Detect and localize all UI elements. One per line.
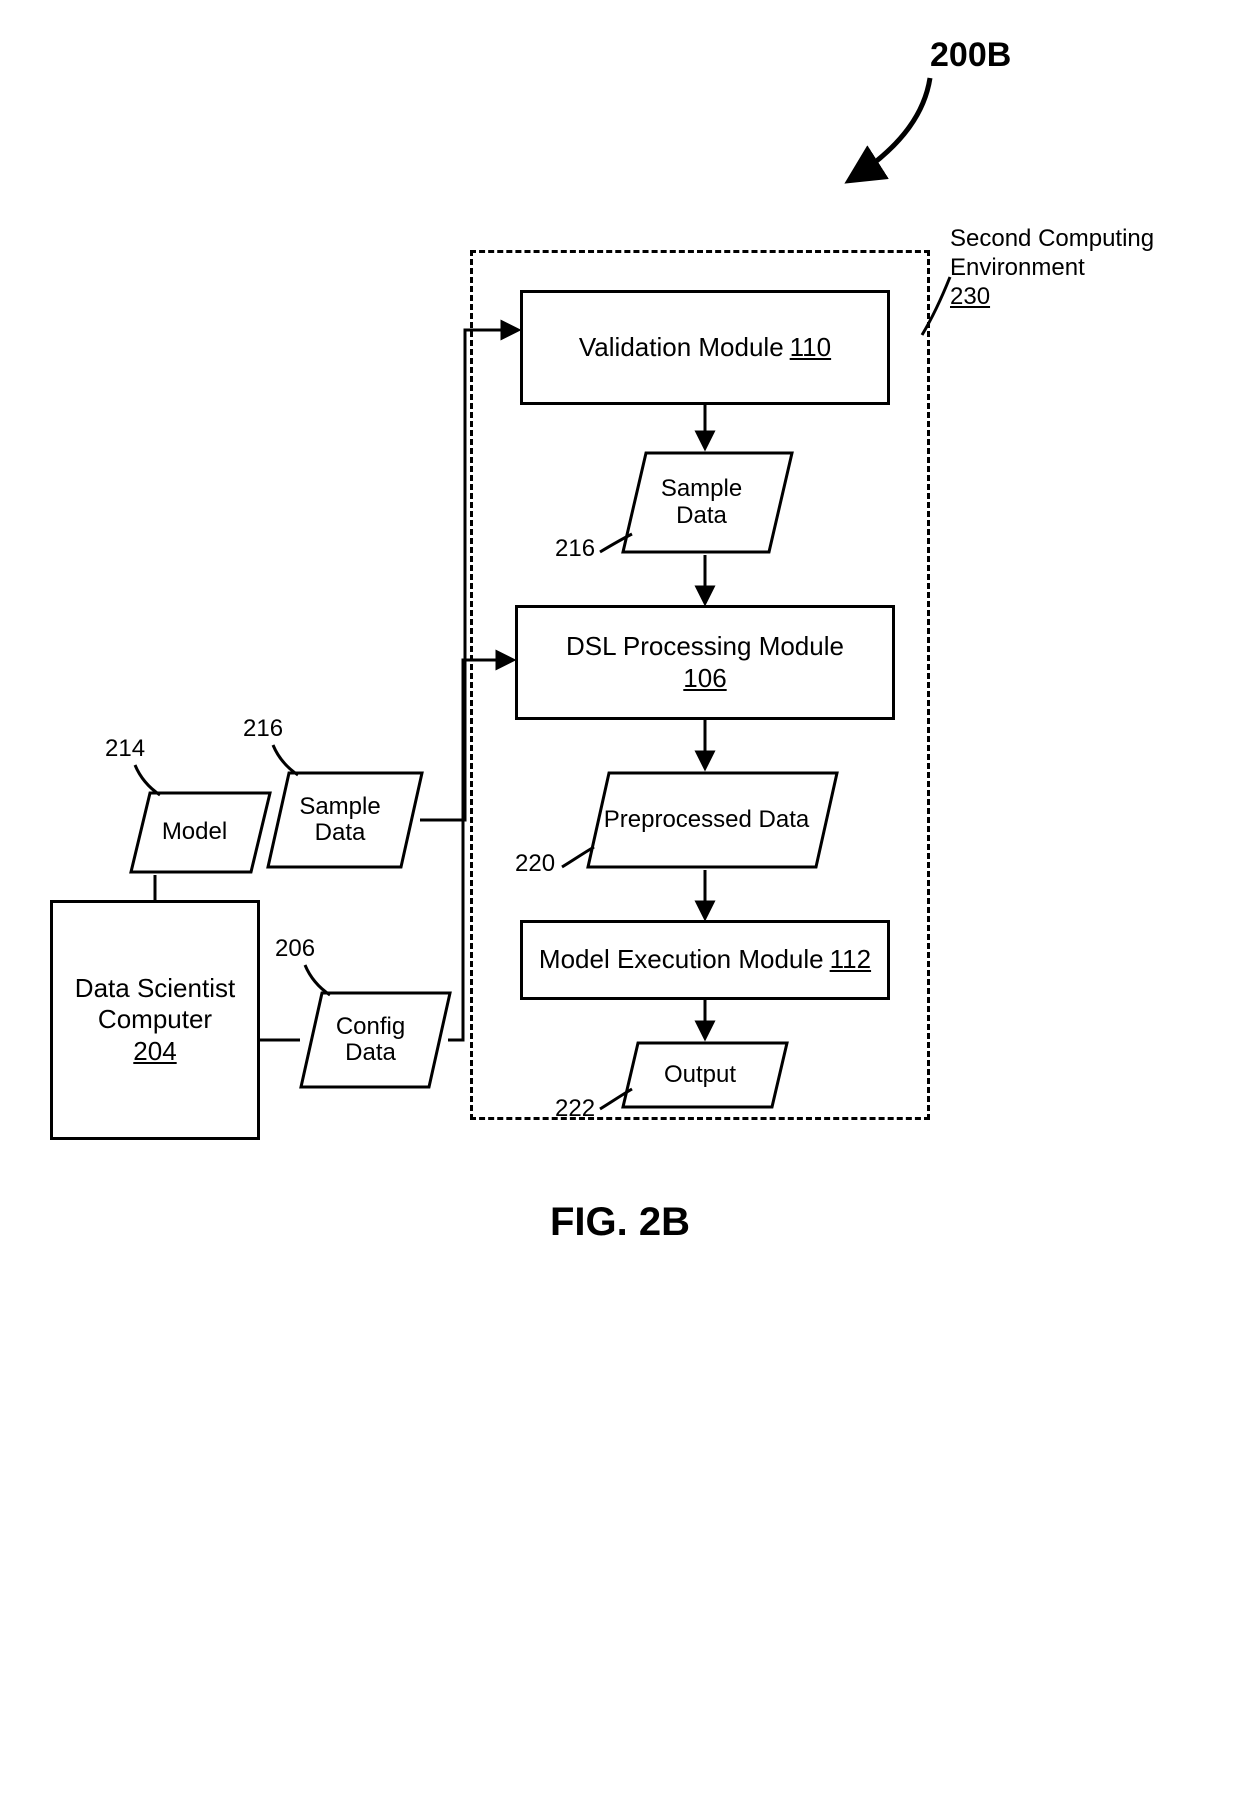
figure-caption-text: FIG. 2B — [550, 1200, 690, 1244]
arrows — [0, 0, 1240, 1400]
figure-caption: FIG. 2B — [0, 1200, 1240, 1245]
